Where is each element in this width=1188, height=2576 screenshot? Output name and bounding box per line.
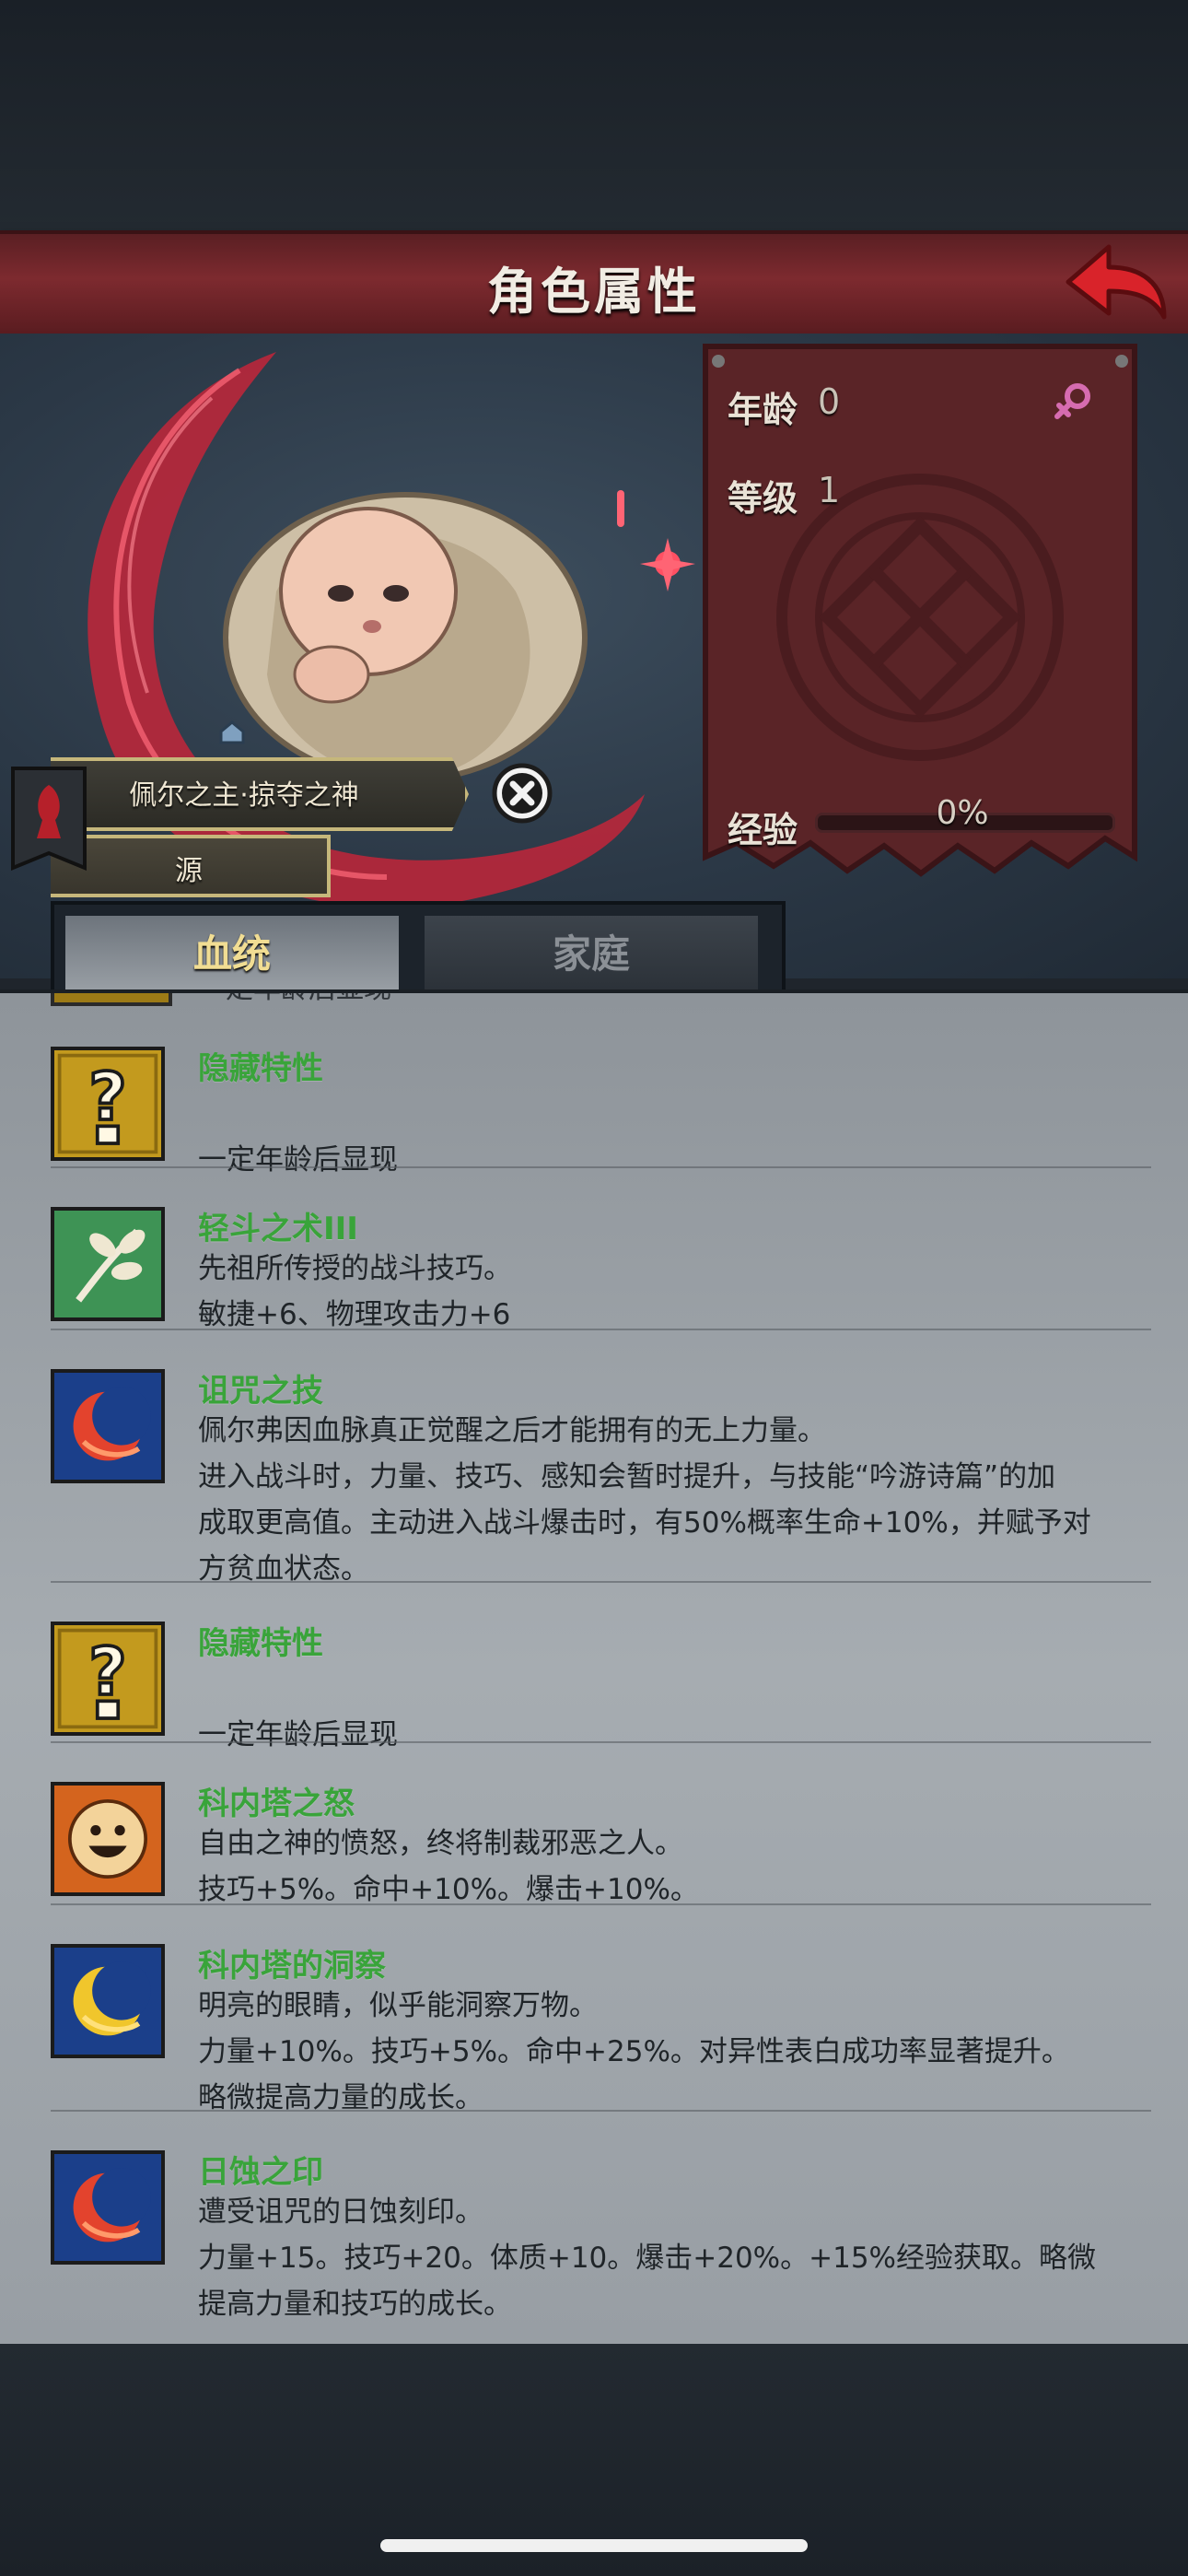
- title-banner: 角色属性: [0, 230, 1188, 337]
- svg-text:?: ?: [88, 1633, 126, 1710]
- trait-description: 明亮的眼睛，似乎能洞察万物。 力量+10%。技巧+5%。命中+25%。对异性表白…: [198, 1989, 1070, 2114]
- trait-description: 一定年龄后显现: [198, 1143, 398, 1177]
- trait-list[interactable]: 一定年龄后显现 ? 隐藏特性 一定年龄后显现 轻斗之术III 先祖所传授的战斗技…: [0, 989, 1188, 2348]
- close-icon[interactable]: [490, 761, 554, 825]
- age-label: 年龄: [728, 390, 798, 430]
- trait-title: 日蚀之印: [198, 2154, 323, 2191]
- level-value: 1: [818, 470, 841, 510]
- trait-description: 佩尔弗因血脉真正觉醒之后才能拥有的无上力量。 进入战斗时，力量、技巧、感知会暂时…: [198, 1414, 1091, 1586]
- svg-text:?: ?: [88, 1059, 126, 1135]
- trait-description: 先祖所传授的战斗技巧。 敏捷+6、物理攻击力+6: [198, 1252, 512, 1331]
- red-crescent-icon: [51, 1369, 165, 1483]
- trait-description: 遭受诅咒的日蚀刻印。 力量+15。技巧+20。体质+10。爆击+20%。+15%…: [198, 2195, 1097, 2321]
- house-icon: [219, 720, 245, 744]
- character-name: 佩尔之主·掠夺之神: [129, 779, 359, 812]
- tab-family[interactable]: 家庭: [425, 916, 758, 993]
- question-icon: ?: [51, 1622, 165, 1736]
- exp-label: 经验: [728, 810, 798, 850]
- trait-title: 诅咒之技: [198, 1373, 323, 1410]
- trait-description: 一定年龄后显现: [198, 1718, 398, 1751]
- trait-description: 自由之神的愤怒，终将制裁邪恶之人。 技巧+5%。命中+10%。爆击+10%。: [198, 1827, 699, 1906]
- trait-title: 科内塔的洞察: [198, 1948, 386, 1985]
- tab-bar: 血统 家庭: [51, 901, 786, 993]
- character-source-tag: 源: [51, 835, 331, 897]
- list-item: 一定年龄后显现: [51, 993, 1156, 1008]
- smiling-sun-icon: [51, 1782, 165, 1896]
- page-title: 角色属性: [487, 263, 701, 321]
- home-indicator[interactable]: [380, 2539, 808, 2552]
- female-icon: [1054, 383, 1090, 419]
- trait-title: 科内塔之怒: [198, 1786, 355, 1822]
- list-item[interactable]: 轻斗之术III 先祖所传授的战斗技巧。 敏捷+6、物理攻击力+6: [0, 1190, 1188, 1331]
- list-item[interactable]: 诅咒之技 佩尔弗因血脉真正觉醒之后才能拥有的无上力量。 进入战斗时，力量、技巧、…: [0, 1352, 1188, 1586]
- divider: [51, 2110, 1151, 2112]
- red-crescent-icon: [51, 2150, 165, 2265]
- divider: [51, 1741, 1151, 1743]
- character-name-tag: 佩尔之主·掠夺之神: [51, 757, 469, 831]
- trait-title: 轻斗之术III: [198, 1211, 358, 1247]
- character-source: 源: [175, 855, 203, 887]
- list-item[interactable]: 科内塔之怒 自由之神的愤怒，终将制裁邪恶之人。 技巧+5%。命中+10%。爆击+…: [0, 1765, 1188, 1906]
- status-bar-area: [0, 0, 1188, 230]
- back-arrow-icon[interactable]: [1061, 240, 1171, 324]
- divider: [51, 1903, 1151, 1905]
- divider: [51, 1329, 1151, 1330]
- branch-icon: [51, 1207, 165, 1321]
- question-icon: [51, 993, 172, 1006]
- list-item[interactable]: ? 隐藏特性 一定年龄后显现: [0, 1605, 1188, 1751]
- list-item[interactable]: 科内塔的洞察 明亮的眼睛，似乎能洞察万物。 力量+10%。技巧+5%。命中+25…: [0, 1927, 1188, 2114]
- divider: [51, 1581, 1151, 1583]
- trait-title: 隐藏特性: [198, 1050, 323, 1087]
- age-value: 0: [818, 381, 841, 422]
- question-icon: ?: [51, 1047, 165, 1161]
- exp-percent: 0%: [936, 794, 989, 832]
- list-item[interactable]: ? 隐藏特性 一定年龄后显现: [0, 1030, 1188, 1177]
- yellow-crescent-icon: [51, 1944, 165, 2058]
- trait-title: 隐藏特性: [198, 1625, 323, 1662]
- level-label: 等级: [728, 478, 798, 519]
- list-item[interactable]: 日蚀之印 遭受诅咒的日蚀刻印。 力量+15。技巧+20。体质+10。爆击+20%…: [0, 2134, 1188, 2321]
- partial-entry-text: 一定年龄后显现: [198, 993, 391, 1006]
- tab-lineage[interactable]: 血统: [65, 916, 399, 993]
- divider: [51, 1166, 1151, 1168]
- family-banner-icon: [11, 767, 87, 871]
